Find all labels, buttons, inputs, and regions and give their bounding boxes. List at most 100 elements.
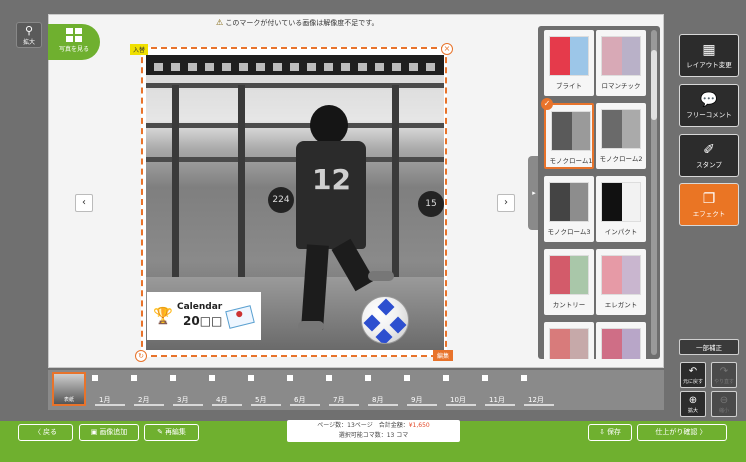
effect-label: モノクローム2 (599, 155, 643, 163)
effect-option[interactable] (544, 322, 594, 359)
free-comment-button[interactable]: 💬 フリーコメント (679, 84, 739, 127)
effect-icon: ❐ (702, 191, 716, 207)
effect-option[interactable]: モノクローム2 (596, 103, 646, 169)
next-page-button[interactable]: › (497, 194, 515, 212)
stamp-icon: ✐ (703, 142, 715, 158)
calendar-title: Calendar (177, 302, 223, 312)
effect-label: モノクローム1 (549, 157, 593, 165)
effect-button[interactable]: ❐ エフェクト (679, 183, 739, 226)
edit-tag[interactable]: 編集 (433, 350, 454, 361)
chevron-left-icon: 〈 (34, 428, 41, 436)
effect-option[interactable]: ブライト (544, 30, 594, 96)
sign-left: 224 (268, 187, 294, 213)
effect-thumbnail (549, 36, 589, 76)
prev-page-button[interactable]: ‹ (75, 194, 93, 212)
effect-option[interactable]: モノクローム3 (544, 176, 594, 242)
zoom-in-button[interactable]: ⊕ 拡大 (680, 391, 706, 417)
effect-option[interactable]: カントリー (544, 249, 594, 315)
filmstrip-month-page[interactable]: 5月 (247, 375, 283, 406)
photo-view-button[interactable]: 写真を見る (48, 24, 100, 60)
image-add-icon: ▣ (90, 428, 98, 436)
rotate-handle[interactable]: ↻ (135, 350, 147, 362)
zoom-label: 拡大 (22, 39, 35, 46)
effect-option[interactable]: インパクト (596, 176, 646, 242)
effect-label: エレガント (604, 301, 638, 309)
re-edit-button[interactable]: ✎ 再編集 (144, 424, 199, 441)
soccer-ball-stamp[interactable] (361, 296, 409, 344)
undo-icon: ↶ (688, 366, 698, 377)
effect-option[interactable]: エレガント (596, 249, 646, 315)
stamp-button[interactable]: ✐ スタンプ (679, 134, 739, 177)
selected-check-icon: ✓ (541, 98, 553, 110)
effect-label: ロマンチック (601, 82, 641, 90)
effect-thumbnail (549, 255, 589, 295)
ticket-icon: ● (225, 305, 255, 329)
effect-option[interactable]: モノクローム1 (544, 103, 594, 169)
zoom-out-button[interactable]: ⊖ 縮小 (711, 391, 737, 417)
filmstrip-cover-thumb[interactable]: 表紙 (52, 372, 86, 406)
edit-icon: ✎ (157, 428, 163, 436)
effect-thumbnail (601, 255, 641, 295)
filmstrip-month-page[interactable]: 6月 (286, 375, 322, 406)
effect-thumbnail (601, 109, 641, 149)
scroll-thumb[interactable] (651, 50, 657, 120)
effect-thumbnail (601, 36, 641, 76)
filmstrip-month-page[interactable]: 3月 (169, 375, 205, 406)
railing-top (146, 83, 444, 88)
layout-change-button[interactable]: ▦ レイアウト変更 (679, 34, 739, 77)
filmstrip-month-page[interactable]: 7月 (325, 375, 361, 406)
chevron-right-icon: 〉 (697, 428, 707, 436)
partial-correction-button[interactable]: 一部補正 (679, 339, 739, 355)
effect-scrollbar[interactable] (651, 30, 657, 355)
redo-button[interactable]: ↷ やり直す (711, 362, 737, 388)
app-window: ⚲ 拡大 ⚠ このマークが付いている画像は解像度不足です。 写真を見る ‹ › … (0, 0, 746, 462)
comment-icon: 💬 (700, 92, 718, 108)
filmstrip-month-page[interactable]: 10月 (442, 375, 478, 406)
effect-thumbnail (601, 182, 641, 222)
calendar-year: 20□□ (183, 314, 223, 328)
zoom-out-icon: ⊖ (719, 395, 729, 406)
effect-option[interactable] (596, 322, 646, 359)
filmstrip-month-page[interactable]: 4月 (208, 375, 244, 406)
jersey-number: 12 (312, 163, 351, 196)
railing-mid2 (146, 157, 444, 162)
effect-thumbnail (601, 328, 641, 359)
add-image-button[interactable]: ▣ 画像追加 (79, 424, 139, 441)
filmstrip-month-page[interactable]: 9月 (403, 375, 439, 406)
effect-option[interactable]: ロマンチック (596, 30, 646, 96)
undo-button[interactable]: ↶ 元に戻す (680, 362, 706, 388)
replace-tag[interactable]: 入替 (130, 44, 149, 55)
effect-panel: ブライト ロマンチックモノクローム1 モノクローム2 モノクローム3 インパクトカントリ… (538, 26, 660, 359)
remove-photo-button[interactable]: × (441, 43, 453, 55)
filmstrip-month-page[interactable]: 1月 (91, 375, 127, 406)
resolution-warning: ⚠ このマークが付いている画像は解像度不足です。 (216, 18, 379, 27)
filmstrip-month-page[interactable]: 12月 (520, 375, 556, 406)
effect-thumbnail (549, 182, 589, 222)
zoom-button[interactable]: ⚲ 拡大 (16, 22, 42, 48)
film-holes (154, 63, 436, 71)
back-button[interactable]: 〈戻る (18, 424, 73, 441)
save-button[interactable]: ⇩ 保存 (588, 424, 632, 441)
warning-icon: ⚠ (216, 18, 224, 27)
railing-mid (146, 123, 444, 128)
rotate-icon: ↻ (138, 352, 144, 360)
finish-confirm-button[interactable]: 仕上がり確認 〉 (637, 424, 727, 441)
child-head (310, 105, 348, 145)
total-price: ¥1,650 (408, 422, 430, 429)
child-shoe (298, 321, 324, 331)
chevron-right-icon: › (504, 197, 508, 208)
redo-icon: ↷ (719, 366, 729, 377)
zoom-in-icon: ⊕ (688, 395, 698, 406)
close-icon: × (443, 44, 451, 53)
sign-right: 15 (418, 191, 444, 217)
effect-label: モノクローム3 (547, 228, 591, 236)
calendar-label[interactable]: 🏆 Calendar 20□□ ● (147, 292, 261, 340)
effect-label: カントリー (552, 301, 586, 309)
effect-thumbnail (549, 328, 589, 359)
filmstrip-month-page[interactable]: 8月 (364, 375, 400, 406)
triangle-right-icon: ▸ (532, 189, 536, 197)
filmstrip-month-page[interactable]: 11月 (481, 375, 517, 406)
layout-icon: ▦ (702, 42, 716, 58)
effect-label: インパクト (604, 228, 638, 236)
filmstrip-month-page[interactable]: 2月 (130, 375, 166, 406)
